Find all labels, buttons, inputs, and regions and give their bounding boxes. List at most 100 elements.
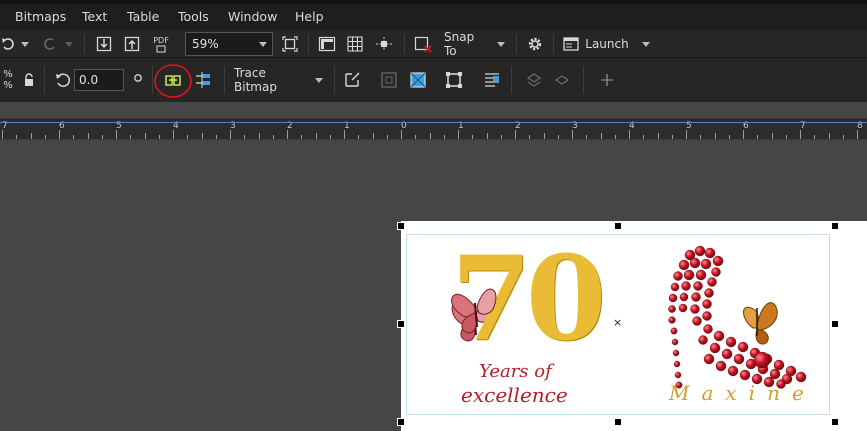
excellence-text: excellence <box>461 383 568 407</box>
fit-page-icon[interactable] <box>280 34 300 54</box>
to-back-icon <box>552 70 572 90</box>
handle-middle-right[interactable] <box>831 320 839 328</box>
snap-off-icon[interactable] <box>412 34 434 54</box>
ruler-minor-tick <box>44 135 46 139</box>
ruler-guide-line <box>0 122 867 123</box>
ruler-minor-tick <box>315 133 317 139</box>
handle-middle-left[interactable] <box>397 320 405 328</box>
menu-table[interactable]: Table <box>127 9 159 24</box>
menu-bitmaps[interactable]: Bitmaps <box>15 9 66 24</box>
edit-bitmap-icon[interactable] <box>163 70 183 90</box>
ruler-minor-tick <box>785 135 787 139</box>
menu-help[interactable]: Help <box>295 9 324 24</box>
center-marker-icon[interactable]: × <box>613 316 622 329</box>
bounding-box-icon[interactable] <box>444 70 464 90</box>
ruler-major-tick <box>173 130 174 139</box>
ruler-major-tick <box>743 130 744 139</box>
ruler-minor-tick <box>500 135 502 139</box>
trace-bitmap-button[interactable]: Trace Bitmap <box>234 66 308 94</box>
toolbar-separator <box>404 34 405 54</box>
ruler-minor-tick <box>443 135 445 139</box>
handle-top-middle[interactable] <box>614 222 622 230</box>
pdf-icon <box>156 45 166 52</box>
ruler-minor-tick <box>144 133 146 139</box>
ruler-minor-tick <box>101 135 103 139</box>
add-icon[interactable] <box>597 70 617 90</box>
snap-to-button[interactable]: Snap To <box>444 30 490 58</box>
scale-percent-fields[interactable]: % % <box>2 64 14 96</box>
handle-bottom-middle[interactable] <box>614 418 622 426</box>
degree-icon <box>132 72 144 84</box>
ruler-minor-tick <box>415 135 417 139</box>
launch-button[interactable]: Launch <box>585 34 629 54</box>
ruler-minor-tick <box>130 135 132 139</box>
show-rulers-icon[interactable] <box>316 34 338 54</box>
undo-dropdown-icon[interactable] <box>20 40 30 48</box>
butterfly-right <box>743 302 778 345</box>
ruler-minor-tick <box>657 133 659 139</box>
ruler-major-tick <box>458 130 459 139</box>
wrap-text-icon[interactable] <box>482 70 502 90</box>
ruler-major-tick <box>59 130 60 139</box>
toolbar-separator <box>516 34 517 54</box>
redo-icon <box>40 34 60 54</box>
launch-dropdown-icon[interactable] <box>639 40 653 48</box>
show-grid-icon[interactable] <box>344 34 366 54</box>
toolbar-separator <box>583 66 584 94</box>
ruler-minor-tick <box>201 133 203 139</box>
ruler-minor-tick <box>614 135 616 139</box>
toolbar-separator <box>44 66 45 94</box>
ruler-minor-tick <box>429 133 431 139</box>
import-icon[interactable] <box>94 34 114 54</box>
zoom-dropdown-icon[interactable] <box>256 40 270 48</box>
trace-dropdown-icon[interactable] <box>312 76 326 84</box>
page[interactable]: 70 Years of excellence Maxine × <box>401 221 867 431</box>
ruler-major-tick <box>230 130 231 139</box>
bitmap-align-icon[interactable] <box>193 70 213 90</box>
ruler-minor-tick <box>215 135 217 139</box>
crop-bitmap-icon[interactable] <box>342 70 362 90</box>
ruler-minor-tick <box>30 133 32 139</box>
options-gear-icon[interactable] <box>524 33 546 55</box>
ruler-major-tick <box>344 130 345 139</box>
ruler-major-tick <box>515 130 516 139</box>
ruler-minor-tick <box>73 135 75 139</box>
ruler-minor-tick <box>600 133 602 139</box>
toolbar-separator <box>334 66 335 94</box>
publish-pdf-button[interactable]: PDF <box>150 33 172 55</box>
show-guidelines-icon[interactable] <box>373 34 395 54</box>
menu-tools[interactable]: Tools <box>178 9 209 24</box>
butterfly-icon <box>451 288 497 334</box>
ruler-major-tick <box>287 130 288 139</box>
shoe-shape <box>668 245 807 389</box>
ruler-minor-tick <box>187 135 189 139</box>
ruler-minor-tick <box>842 135 844 139</box>
ruler-minor-tick <box>486 133 488 139</box>
toolbar-separator <box>553 34 554 54</box>
launch-icon[interactable] <box>561 34 581 54</box>
handle-bottom-left[interactable] <box>397 418 405 426</box>
pdf-label: PDF <box>153 35 169 45</box>
ruler-minor-tick <box>244 135 246 139</box>
ruler-minor-tick <box>372 133 374 139</box>
export-icon[interactable] <box>122 34 142 54</box>
handle-top-left[interactable] <box>397 222 405 230</box>
toolbar-separator <box>84 34 85 54</box>
handle-top-right[interactable] <box>831 222 839 230</box>
undo-icon[interactable] <box>0 34 16 54</box>
ruler-minor-tick <box>301 135 303 139</box>
ruler-minor-tick <box>771 133 773 139</box>
menu-text[interactable]: Text <box>82 9 107 24</box>
bitmap-mask-icon[interactable] <box>408 70 428 90</box>
toolbar-separator <box>224 66 225 94</box>
ruler-minor-tick <box>329 135 331 139</box>
lock-ratio-icon[interactable] <box>22 72 36 88</box>
ruler-major-tick <box>2 130 3 139</box>
handle-bottom-right[interactable] <box>831 418 839 426</box>
snap-dropdown-icon[interactable] <box>494 40 508 48</box>
menu-window[interactable]: Window <box>228 9 277 24</box>
ruler-minor-tick <box>643 135 645 139</box>
ruler-major-tick <box>629 130 630 139</box>
years-of-text: Years of <box>479 361 552 382</box>
rotation-angle-input[interactable]: 0.0 <box>74 69 124 91</box>
